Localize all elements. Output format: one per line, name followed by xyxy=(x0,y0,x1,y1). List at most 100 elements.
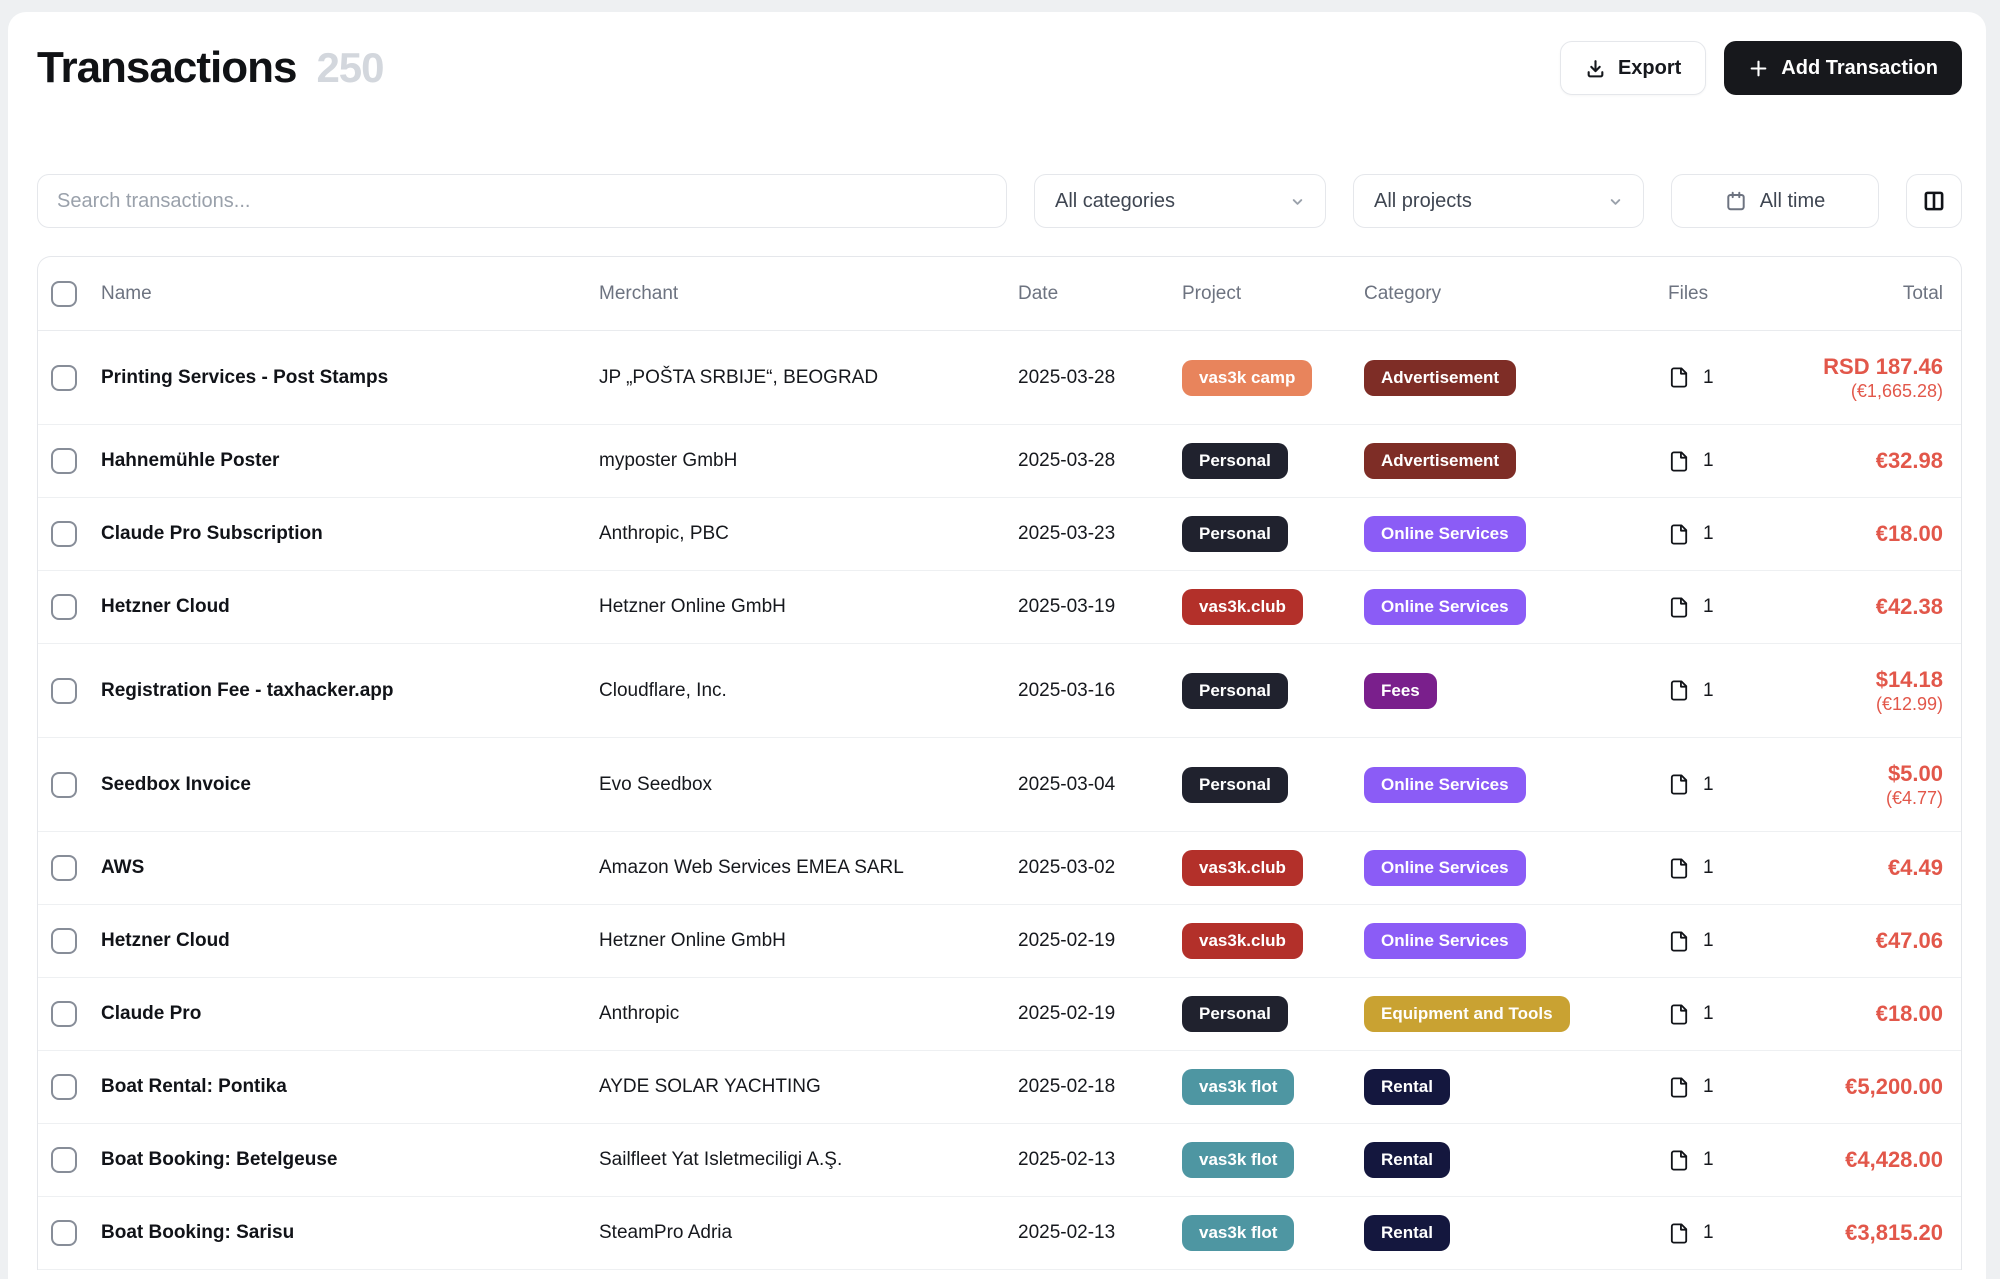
column-header-total: Total xyxy=(1788,283,1961,305)
column-header-name: Name xyxy=(101,283,599,305)
row-checkbox[interactable] xyxy=(51,772,77,798)
categories-select-value: All categories xyxy=(1055,190,1175,213)
file-icon xyxy=(1668,1003,1691,1026)
project-badge[interactable]: vas3k flot xyxy=(1182,1069,1294,1105)
total-cell: €18.00 xyxy=(1788,520,1961,548)
projects-select[interactable]: All projects xyxy=(1353,174,1644,228)
file-icon xyxy=(1668,1149,1691,1172)
project-badge[interactable]: vas3k flot xyxy=(1182,1142,1294,1178)
add-transaction-button[interactable]: Add Transaction xyxy=(1724,41,1962,95)
table-row[interactable]: AWS Amazon Web Services EMEA SARL 2025-0… xyxy=(38,832,1961,905)
row-checkbox[interactable] xyxy=(51,855,77,881)
transaction-date: 2025-02-13 xyxy=(1018,1222,1182,1244)
category-badge[interactable]: Rental xyxy=(1364,1215,1450,1251)
categories-select[interactable]: All categories xyxy=(1034,174,1326,228)
file-icon xyxy=(1668,857,1691,880)
total-amount: €18.00 xyxy=(1876,1000,1943,1028)
table-row[interactable]: Claude Pro Subscription Anthropic, PBC 2… xyxy=(38,498,1961,571)
project-badge[interactable]: Personal xyxy=(1182,516,1288,552)
row-checkbox[interactable] xyxy=(51,928,77,954)
category-badge[interactable]: Rental xyxy=(1364,1069,1450,1105)
file-icon xyxy=(1668,930,1691,953)
table-row[interactable]: Registration Fee - taxhacker.app Cloudfl… xyxy=(38,644,1961,738)
add-transaction-label: Add Transaction xyxy=(1781,57,1938,80)
column-header-project: Project xyxy=(1182,283,1364,305)
project-badge[interactable]: vas3k camp xyxy=(1182,360,1312,396)
category-badge[interactable]: Rental xyxy=(1364,1142,1450,1178)
chevron-down-icon xyxy=(1606,192,1625,211)
row-checkbox[interactable] xyxy=(51,678,77,704)
file-count: 1 xyxy=(1703,1222,1714,1244)
file-count: 1 xyxy=(1703,774,1714,796)
transaction-merchant: Sailfleet Yat Isletmeciligi A.Ş. xyxy=(599,1149,1018,1171)
row-checkbox[interactable] xyxy=(51,521,77,547)
time-filter-value: All time xyxy=(1760,190,1826,213)
category-badge[interactable]: Advertisement xyxy=(1364,360,1516,396)
project-badge[interactable]: Personal xyxy=(1182,673,1288,709)
transaction-merchant: Anthropic xyxy=(599,1003,1018,1025)
transaction-date: 2025-02-18 xyxy=(1018,1076,1182,1098)
category-badge[interactable]: Online Services xyxy=(1364,767,1526,803)
file-count: 1 xyxy=(1703,857,1714,879)
project-badge[interactable]: vas3k.club xyxy=(1182,923,1303,959)
table-row[interactable]: Claude Pro Anthropic 2025-02-19 Personal… xyxy=(38,978,1961,1051)
project-badge[interactable]: Personal xyxy=(1182,443,1288,479)
project-badge[interactable]: vas3k flot xyxy=(1182,1215,1294,1251)
search-input[interactable] xyxy=(37,174,1007,228)
category-badge[interactable]: Online Services xyxy=(1364,923,1526,959)
table-row[interactable]: Seedbox Invoice Evo Seedbox 2025-03-04 P… xyxy=(38,738,1961,832)
table-row[interactable]: Hetzner Cloud Hetzner Online GmbH 2025-0… xyxy=(38,905,1961,978)
transaction-name: Hetzner Cloud xyxy=(101,596,599,618)
row-checkbox[interactable] xyxy=(51,1001,77,1027)
files-cell: 1 xyxy=(1668,366,1788,389)
project-badge[interactable]: Personal xyxy=(1182,767,1288,803)
row-checkbox[interactable] xyxy=(51,1074,77,1100)
column-settings-button[interactable] xyxy=(1906,174,1962,228)
select-all-checkbox[interactable] xyxy=(51,281,77,307)
row-checkbox[interactable] xyxy=(51,594,77,620)
transaction-name: AWS xyxy=(101,857,599,879)
project-badge[interactable]: Personal xyxy=(1182,996,1288,1032)
transaction-merchant: SteamPro Adria xyxy=(599,1222,1018,1244)
column-header-merchant: Merchant xyxy=(599,283,1018,305)
project-badge[interactable]: vas3k.club xyxy=(1182,850,1303,886)
category-badge[interactable]: Fees xyxy=(1364,673,1437,709)
export-label: Export xyxy=(1618,57,1681,80)
files-cell: 1 xyxy=(1668,679,1788,702)
export-button[interactable]: Export xyxy=(1560,41,1706,95)
category-badge[interactable]: Online Services xyxy=(1364,850,1526,886)
files-cell: 1 xyxy=(1668,930,1788,953)
table-row[interactable]: Hahnemühle Poster myposter GmbH 2025-03-… xyxy=(38,425,1961,498)
category-badge[interactable]: Equipment and Tools xyxy=(1364,996,1570,1032)
category-badge[interactable]: Online Services xyxy=(1364,516,1526,552)
time-filter-button[interactable]: All time xyxy=(1671,174,1879,228)
total-cell: RSD 187.46 (€1,665.28) xyxy=(1788,353,1961,403)
files-cell: 1 xyxy=(1668,1222,1788,1245)
table-row[interactable]: Printing Services - Post Stamps JP „POŠT… xyxy=(38,331,1961,425)
table-row[interactable]: Boat Rental: Pontika AYDE SOLAR YACHTING… xyxy=(38,1051,1961,1124)
total-cell: $5.00 (€4.77) xyxy=(1788,760,1961,810)
transaction-name: Seedbox Invoice xyxy=(101,774,599,796)
column-header-category: Category xyxy=(1364,283,1668,305)
transaction-date: 2025-03-28 xyxy=(1018,367,1182,389)
category-badge[interactable]: Online Services xyxy=(1364,589,1526,625)
table-row[interactable]: Hetzner Cloud Hetzner Online GmbH 2025-0… xyxy=(38,571,1961,644)
transaction-date: 2025-02-19 xyxy=(1018,1003,1182,1025)
category-badge[interactable]: Advertisement xyxy=(1364,443,1516,479)
row-checkbox[interactable] xyxy=(51,365,77,391)
page-title: Transactions xyxy=(37,43,296,93)
row-checkbox[interactable] xyxy=(51,1220,77,1246)
column-header-date: Date xyxy=(1018,283,1182,305)
total-cell: €4.49 xyxy=(1788,854,1961,882)
row-checkbox[interactable] xyxy=(51,448,77,474)
table-row[interactable]: Boat Booking: Sarisu SteamPro Adria 2025… xyxy=(38,1197,1961,1270)
calendar-icon xyxy=(1725,190,1747,212)
table-row[interactable]: Boat Booking: Betelgeuse Sailfleet Yat I… xyxy=(38,1124,1961,1197)
project-badge[interactable]: vas3k.club xyxy=(1182,589,1303,625)
transaction-merchant: myposter GmbH xyxy=(599,450,1018,472)
transaction-merchant: AYDE SOLAR YACHTING xyxy=(599,1076,1018,1098)
row-checkbox[interactable] xyxy=(51,1147,77,1173)
total-amount-secondary: (€12.99) xyxy=(1876,693,1943,716)
file-icon xyxy=(1668,1222,1691,1245)
file-icon xyxy=(1668,450,1691,473)
